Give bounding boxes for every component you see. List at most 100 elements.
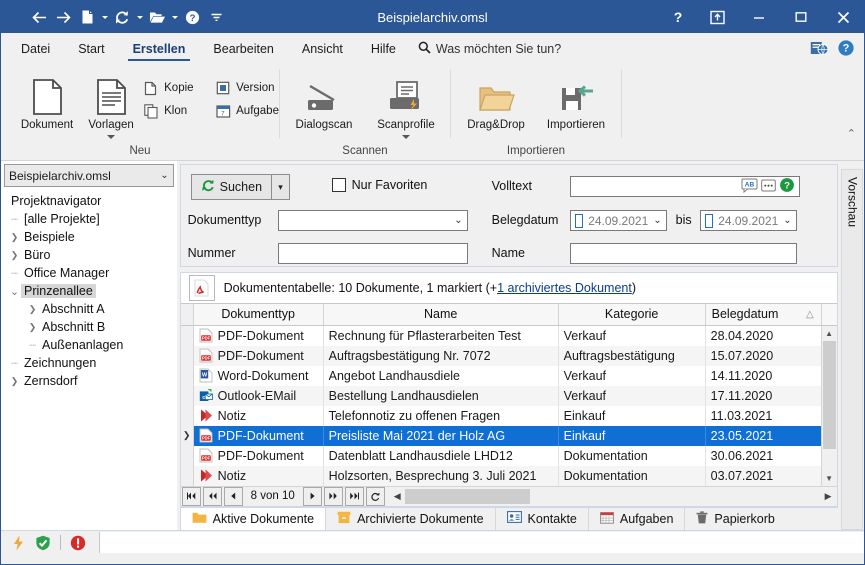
ribbon-display-options-icon[interactable] (696, 1, 738, 33)
bottom-tab-kontakte[interactable]: Kontakte (496, 507, 589, 530)
tab-bearbeiten[interactable]: Bearbeiten (199, 35, 287, 63)
tree-item-abschnitt-a[interactable]: ❯ Abschnitt A (1, 300, 177, 318)
table-row[interactable]: PDF PDF-Dokument Rechnung für Pflasterarbe… (180, 325, 822, 346)
belegdatum-from[interactable]: 24.09.2021 ⌄ (569, 210, 667, 231)
bottom-tab-aufgaben[interactable]: Aufgaben (589, 507, 686, 530)
tab-datei[interactable]: Datei (7, 35, 64, 63)
overflow-icon[interactable] (204, 5, 228, 29)
ribbon-button-klon[interactable]: Klon (143, 103, 205, 119)
tab-ansicht[interactable]: Ansicht (288, 35, 357, 63)
column-header-name[interactable]: Name (324, 303, 559, 325)
ribbon-button-kopie[interactable]: Kopie (143, 80, 205, 96)
table-row[interactable]: Notiz Telefonnotiz zu offenen Fragen Einka… (180, 405, 822, 426)
refresh-dropdown[interactable] (134, 5, 145, 29)
ribbon-button-aufgabe[interactable]: 7 Aufgabe (215, 103, 279, 119)
titlebar-help-button[interactable]: ? (660, 1, 696, 33)
column-header-belegdatum[interactable]: Belegdatum △ (706, 303, 822, 325)
hscroll-track[interactable] (404, 488, 821, 504)
close-button[interactable] (822, 1, 864, 33)
pager-last-button[interactable] (344, 486, 364, 506)
column-header-dokumenttyp[interactable]: Dokumenttyp (194, 303, 324, 325)
tree-item-beispiele[interactable]: ❯ Beispiele (1, 228, 177, 246)
ribbon-collapse-button[interactable]: ⌃ (847, 127, 856, 140)
minimize-button[interactable] (738, 1, 780, 33)
ribbon-button-dokument[interactable]: Dokument (15, 70, 79, 131)
archived-documents-link[interactable]: 1 archiviertes Dokument (497, 281, 632, 295)
scroll-left-button[interactable]: ◀ (390, 491, 405, 502)
ribbon-button-dragdrop[interactable]: Drag&Drop (456, 70, 536, 131)
open-folder-icon[interactable] (145, 5, 169, 29)
scroll-down-button[interactable]: ▼ (822, 471, 837, 486)
tree-root[interactable]: Projektnavigator (1, 192, 177, 210)
table-row[interactable]: W Word-Dokument Angebot Landhausdiele Verka… (180, 365, 822, 386)
back-icon[interactable] (27, 5, 51, 29)
table-row[interactable]: ❯ PDF PDF-Dokument Preisliste Mai 2021 der … (180, 425, 822, 446)
ribbon-button-vorlagen[interactable]: Vorlagen (79, 70, 143, 139)
new-document-icon[interactable] (75, 5, 99, 29)
help-green-icon[interactable]: ? (779, 177, 795, 196)
scroll-right-button[interactable]: ▶ (821, 491, 836, 502)
more-options-icon[interactable] (760, 178, 776, 196)
scroll-thumb[interactable] (822, 340, 836, 449)
column-header-kategorie[interactable]: Kategorie (559, 303, 706, 325)
pager-next-button[interactable] (302, 486, 322, 506)
help-icon[interactable]: ? (180, 5, 204, 29)
ribbon-button-dialogscan[interactable]: Dialogscan (283, 70, 365, 131)
maximize-button[interactable] (780, 1, 822, 33)
open-folder-dropdown[interactable] (169, 5, 180, 29)
belegdatum-to-checkbox[interactable] (704, 213, 714, 228)
tree-item-prinzenallee[interactable]: ⌄ Prinzenallee (1, 282, 177, 300)
preview-toggle[interactable]: Vorschau (841, 169, 864, 530)
hscroll-thumb[interactable] (404, 488, 530, 504)
bottom-tab-archivierte-dokumente[interactable]: Archivierte Dokumente (326, 507, 496, 530)
bottom-tab-aktive-dokumente[interactable]: Aktive Dokumente (179, 507, 327, 530)
tree-expand-icon[interactable]: ❯ (8, 232, 21, 243)
web-portal-icon[interactable] (807, 37, 831, 59)
tab-erstellen[interactable]: Erstellen (119, 35, 200, 63)
search-button[interactable]: Suchen (190, 174, 273, 200)
pager-next-block-button[interactable] (323, 486, 343, 506)
tree-expand-icon[interactable]: ❯ (26, 322, 39, 333)
name-input[interactable] (569, 243, 797, 264)
table-row[interactable]: PDF PDF-Dokument Auftragsbestätigung Nr. 7… (180, 345, 822, 366)
nummer-input[interactable] (277, 243, 468, 264)
pager-refresh-button[interactable] (365, 486, 385, 506)
table-row[interactable]: Notiz Holzsorten, Besprechung 3. Juli 202… (180, 465, 822, 486)
volltext-input[interactable]: AB ? (569, 176, 800, 197)
tree-expand-icon[interactable]: ❯ (8, 250, 21, 261)
pager-first-button[interactable] (181, 486, 201, 506)
ribbon-button-version[interactable]: Version (215, 80, 277, 96)
chevron-down-icon[interactable] (107, 135, 116, 139)
tree-item-au-enanlagen[interactable]: ┈ Außenanlagen (1, 336, 177, 354)
tree-item-alle-projekte[interactable]: ┈ [alle Projekte] (1, 210, 177, 228)
favorites-checkbox-row[interactable]: Nur Favoriten (331, 178, 427, 192)
ribbon-button-importieren[interactable]: Importieren (536, 70, 616, 131)
ab-icon[interactable]: AB (741, 178, 758, 196)
tab-start[interactable]: Start (64, 35, 118, 63)
lightning-icon[interactable] (10, 535, 26, 551)
shield-ok-icon[interactable] (35, 535, 51, 551)
search-button-group[interactable]: Suchen ▾ (190, 174, 291, 200)
ribbon-button-scanprofile[interactable]: Scanprofile (365, 70, 447, 139)
search-dropdown-button[interactable]: ▾ (272, 174, 291, 200)
help-circle-icon[interactable]: ? (834, 37, 858, 59)
favorites-checkbox[interactable] (331, 178, 346, 192)
tree-item-abschnitt-b[interactable]: ❯ Abschnitt B (1, 318, 177, 336)
tree-collapse-icon[interactable]: ⌄ (8, 285, 21, 298)
dokumenttyp-select[interactable]: ⌄ (277, 210, 468, 231)
grid-vertical-scrollbar[interactable]: ▲ ▼ (820, 325, 837, 486)
grid-horizontal-scrollbar[interactable]: ◀ ▶ (389, 487, 836, 505)
tell-me-search[interactable]: Was möchten Sie tun? (418, 35, 561, 63)
belegdatum-from-checkbox[interactable] (574, 213, 584, 228)
refresh-icon[interactable] (110, 5, 134, 29)
tree-item-office-manager[interactable]: ┈ Office Manager (1, 264, 177, 282)
tree-item-b-ro[interactable]: ❯ Büro (1, 246, 177, 264)
tree-expand-icon[interactable]: ❯ (8, 376, 21, 387)
tab-hilfe[interactable]: Hilfe (357, 35, 410, 63)
table-row[interactable]: PDF PDF-Dokument Datenblatt Landhausdiele … (180, 445, 822, 466)
pager-prev-block-button[interactable] (202, 486, 222, 506)
bottom-tab-papierkorb[interactable]: Papierkorb (685, 508, 785, 530)
belegdatum-to[interactable]: 24.09.2021 ⌄ (699, 210, 797, 231)
tree-expand-icon[interactable]: ❯ (26, 304, 39, 315)
table-row[interactable]: o Outlook-EMail Bestellung Landhausdielen V… (180, 385, 822, 406)
